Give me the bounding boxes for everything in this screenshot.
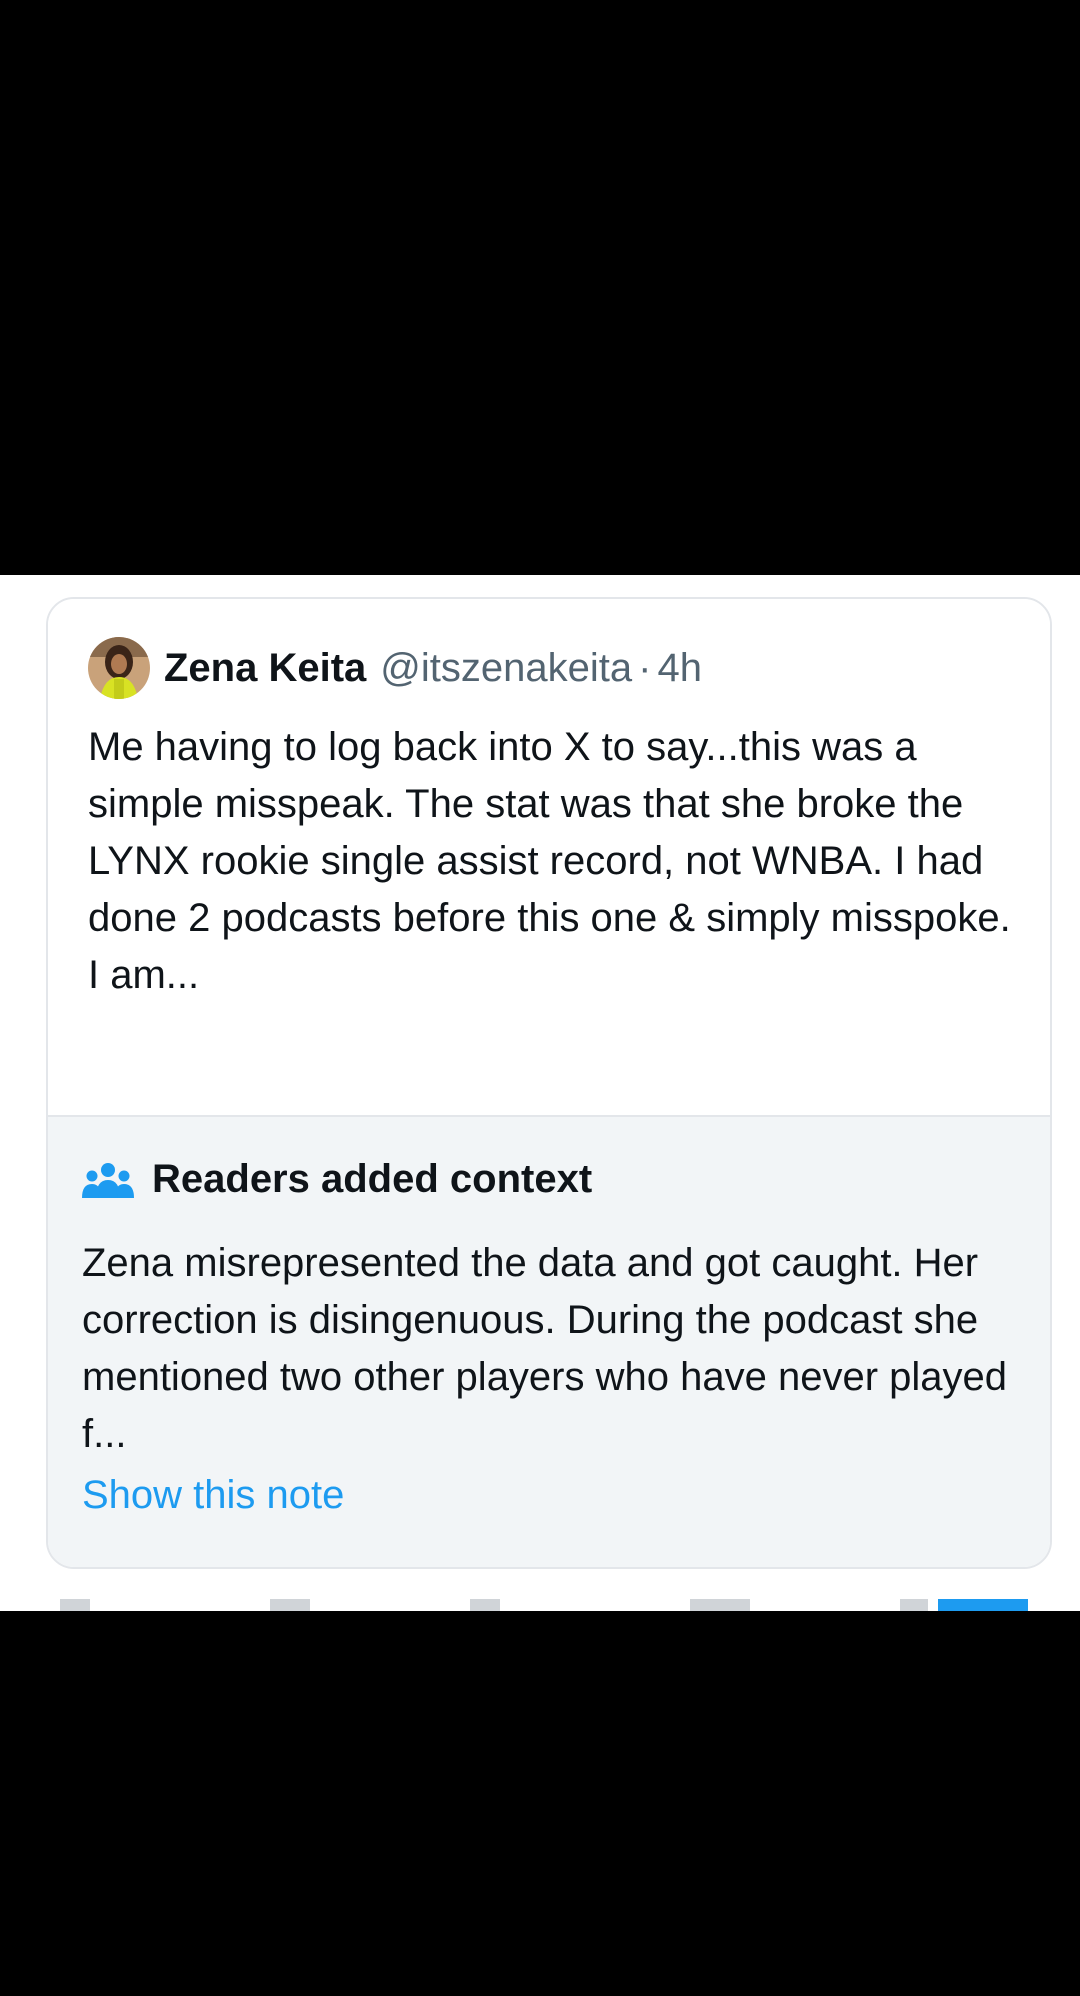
separator-dot: · — [638, 645, 652, 690]
author-row: Zena Keita @itszenakeita · 4h — [88, 633, 702, 703]
tweet-timestamp[interactable]: 4h — [657, 646, 702, 691]
reply-icon[interactable] — [60, 1599, 90, 1611]
author-handle[interactable]: @itszenakeita — [380, 646, 632, 691]
share-icon[interactable] — [938, 1599, 1028, 1611]
community-note-header: Readers added context — [82, 1157, 592, 1202]
quoted-tweet-card[interactable]: Zena Keita @itszenakeita · 4h Me having … — [46, 597, 1052, 1569]
like-icon[interactable] — [470, 1599, 500, 1611]
community-note: Readers added context Zena misrepresente… — [48, 1115, 1050, 1567]
quoted-tweet[interactable]: Zena Keita @itszenakeita · 4h Me having … — [48, 599, 1050, 1115]
community-note-title: Readers added context — [152, 1157, 593, 1201]
screenshot-panel: Zena Keita @itszenakeita · 4h Me having … — [0, 575, 1080, 1611]
page: Zena Keita @itszenakeita · 4h Me having … — [0, 0, 1080, 1996]
cut-off-action-bar — [0, 1599, 1080, 1611]
tweet-text: Me having to log back into X to say...th… — [88, 725, 1011, 997]
author-name[interactable]: Zena Keita — [164, 646, 366, 691]
bookmark-icon[interactable] — [900, 1599, 928, 1611]
avatar[interactable] — [88, 637, 150, 699]
retweet-icon[interactable] — [270, 1599, 310, 1611]
people-icon — [82, 1162, 134, 1198]
views-icon[interactable] — [690, 1599, 750, 1611]
community-note-text: Zena misrepresented the data and got cau… — [82, 1241, 1007, 1456]
show-note-link[interactable]: Show this note — [82, 1473, 344, 1518]
